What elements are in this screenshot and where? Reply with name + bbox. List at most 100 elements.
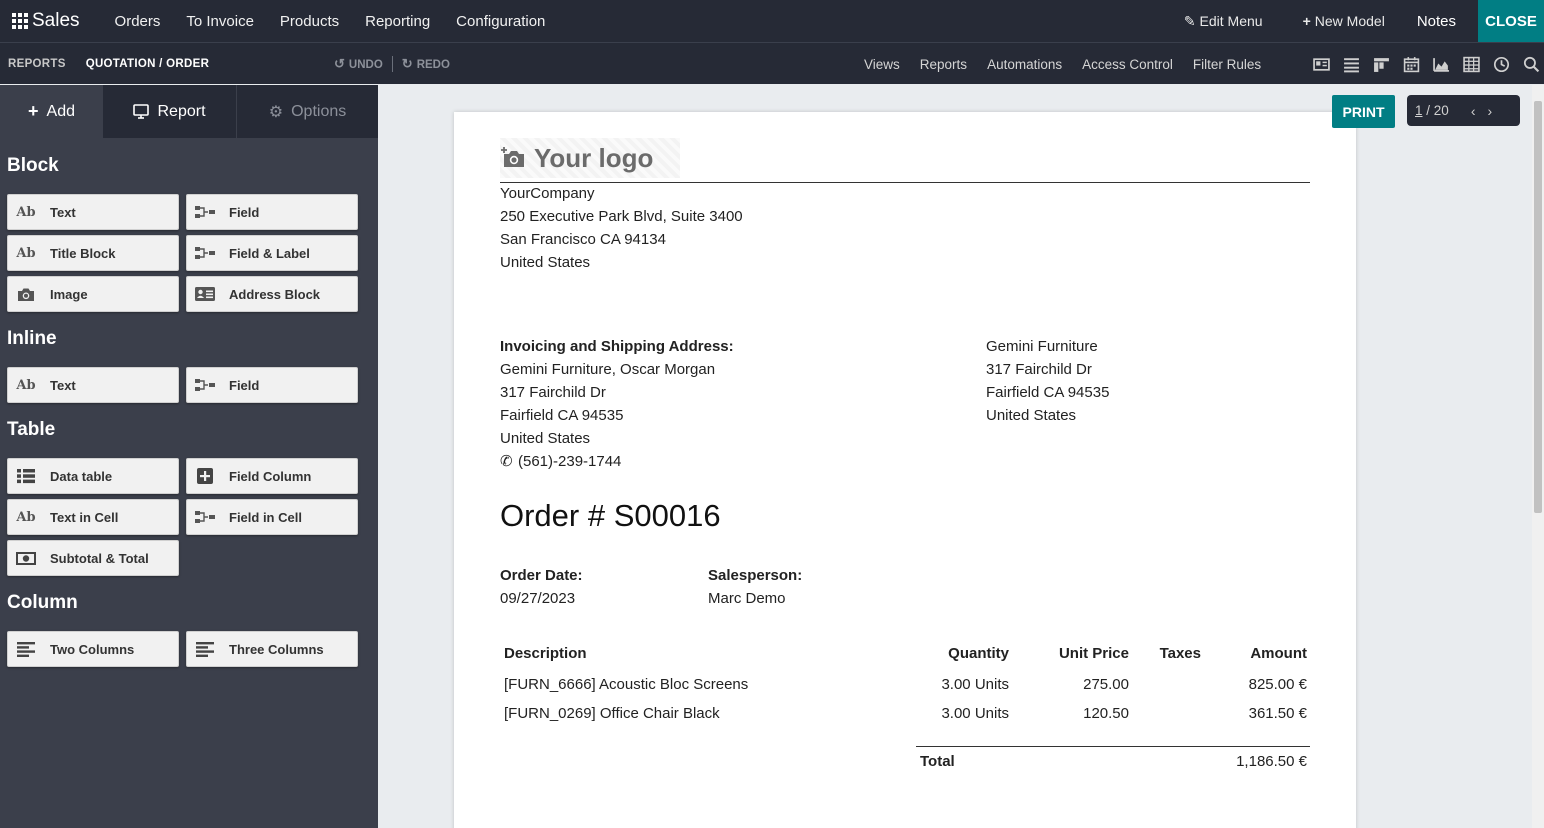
invoice-shipping-address[interactable]: Invoicing and Shipping Address: Gemini F… bbox=[500, 335, 734, 473]
row-amount[interactable]: 361.50 € bbox=[1207, 705, 1307, 722]
section-block-title: Block bbox=[7, 155, 59, 176]
search-view-icon[interactable] bbox=[1523, 56, 1540, 73]
tab-options[interactable]: ⚙ Options bbox=[237, 85, 378, 138]
col-header-unit-price[interactable]: Unit Price bbox=[1029, 645, 1129, 662]
total-value[interactable]: 1,186.50 € bbox=[1207, 753, 1307, 770]
column-three-columns[interactable]: Three Columns bbox=[186, 631, 358, 667]
row-unit-price[interactable]: 275.00 bbox=[1029, 676, 1129, 693]
address-line: Gemini Furniture, Oscar Morgan bbox=[500, 361, 716, 378]
app-name[interactable]: Sales bbox=[32, 10, 80, 32]
total-divider bbox=[916, 746, 1310, 747]
block-field-label[interactable]: Field & Label bbox=[186, 235, 358, 271]
menu-reporting[interactable]: Reporting bbox=[352, 13, 443, 30]
edit-menu-button[interactable]: ✎ Edit Menu bbox=[1164, 13, 1283, 30]
table-field-in-cell[interactable]: Field in Cell bbox=[186, 499, 358, 535]
salesperson-block[interactable]: Salesperson: Marc Demo bbox=[708, 564, 802, 610]
notes-button[interactable]: Notes bbox=[1405, 13, 1478, 30]
pager: 1 / 20 ‹ › bbox=[1407, 95, 1520, 126]
tab-report[interactable]: Report bbox=[103, 85, 237, 138]
total-label[interactable]: Total bbox=[920, 753, 955, 770]
plus-icon: + bbox=[28, 101, 39, 121]
pivot-view-icon[interactable] bbox=[1463, 56, 1480, 73]
form-view-icon[interactable] bbox=[1313, 56, 1330, 73]
table-text-in-cell[interactable]: Ab Text in Cell bbox=[7, 499, 179, 535]
company-address[interactable]: YourCompany 250 Executive Park Blvd, Sui… bbox=[500, 182, 743, 274]
menu-configuration[interactable]: Configuration bbox=[443, 13, 558, 30]
graph-view-icon[interactable] bbox=[1433, 56, 1450, 73]
link-automations[interactable]: Automations bbox=[987, 57, 1062, 72]
new-model-button[interactable]: + New Model bbox=[1283, 13, 1405, 29]
preview-scrollbar[interactable] bbox=[1532, 85, 1544, 828]
menu-to-invoice[interactable]: To Invoice bbox=[173, 13, 267, 30]
order-title[interactable]: Order # S00016 bbox=[500, 498, 721, 534]
col-header-amount[interactable]: Amount bbox=[1207, 645, 1307, 662]
breadcrumb-reports[interactable]: REPORTS bbox=[8, 58, 66, 70]
scrollbar-thumb[interactable] bbox=[1534, 101, 1542, 513]
block-address-block[interactable]: Address Block bbox=[186, 276, 358, 312]
tab-add[interactable]: + Add bbox=[0, 85, 103, 138]
block-text[interactable]: Ab Text bbox=[7, 194, 179, 230]
gear-icon: ⚙ bbox=[268, 103, 284, 121]
block-field[interactable]: Field bbox=[186, 194, 358, 230]
row-amount[interactable]: 825.00 € bbox=[1207, 676, 1307, 693]
row-quantity[interactable]: 3.00 Units bbox=[909, 705, 1009, 722]
pager-separator: / bbox=[1422, 103, 1434, 118]
row-unit-price[interactable]: 120.50 bbox=[1029, 705, 1129, 722]
logo-text: Your logo bbox=[534, 142, 654, 173]
activity-view-icon[interactable] bbox=[1493, 56, 1510, 73]
col-header-description[interactable]: Description bbox=[504, 645, 587, 662]
order-date-value: 09/27/2023 bbox=[500, 590, 576, 607]
text-ab-icon: Ab bbox=[16, 245, 36, 261]
plus-square-icon bbox=[187, 459, 223, 493]
table-field-column[interactable]: Field Column bbox=[186, 458, 358, 494]
partner-line: United States bbox=[986, 407, 1077, 424]
align-left-icon bbox=[8, 632, 44, 666]
table-subtotal-total[interactable]: Subtotal & Total bbox=[7, 540, 179, 576]
text-ab-icon: Ab bbox=[16, 509, 36, 525]
pencil-icon: ✎ bbox=[1183, 12, 1196, 29]
text-ab-icon: Ab bbox=[16, 204, 36, 220]
table-data-table[interactable]: Data table bbox=[7, 458, 179, 494]
close-button[interactable]: CLOSE bbox=[1478, 0, 1544, 42]
phone-number: (561)-239-1744 bbox=[518, 453, 622, 470]
chevron-left-icon[interactable]: ‹ bbox=[1471, 103, 1476, 119]
col-header-quantity[interactable]: Quantity bbox=[909, 645, 1009, 662]
address-card-icon bbox=[187, 277, 223, 311]
menu-products[interactable]: Products bbox=[267, 13, 352, 30]
block-title-block[interactable]: Ab Title Block bbox=[7, 235, 179, 271]
order-date-label: Order Date: bbox=[500, 567, 583, 584]
chevron-right-icon[interactable]: › bbox=[1487, 103, 1492, 119]
col-header-taxes[interactable]: Taxes bbox=[1151, 645, 1201, 662]
calendar-view-icon[interactable] bbox=[1403, 56, 1420, 73]
block-image[interactable]: Image bbox=[7, 276, 179, 312]
company-name: YourCompany bbox=[500, 185, 595, 202]
link-access-control[interactable]: Access Control bbox=[1082, 57, 1173, 72]
undo-button[interactable]: ↺ UNDO bbox=[334, 56, 383, 72]
link-filter-rules[interactable]: Filter Rules bbox=[1193, 57, 1261, 72]
kanban-view-icon[interactable] bbox=[1373, 56, 1390, 73]
monitor-icon bbox=[133, 104, 150, 119]
field-icon bbox=[187, 368, 223, 402]
company-logo[interactable]: Your logo bbox=[500, 138, 680, 178]
inline-text[interactable]: Ab Text bbox=[7, 367, 179, 403]
pager-total: 20 bbox=[1433, 103, 1449, 118]
link-views[interactable]: Views bbox=[864, 57, 900, 72]
salesperson-value: Marc Demo bbox=[708, 590, 786, 607]
phone-row: ✆ (561)-239-1744 bbox=[500, 450, 734, 473]
list-view-icon[interactable] bbox=[1343, 56, 1360, 73]
row-description[interactable]: [FURN_6666] Acoustic Bloc Screens bbox=[504, 676, 748, 693]
order-date-block[interactable]: Order Date: 09/27/2023 bbox=[500, 564, 583, 610]
row-quantity[interactable]: 3.00 Units bbox=[909, 676, 1009, 693]
company-street: 250 Executive Park Blvd, Suite 3400 bbox=[500, 208, 743, 225]
inline-field[interactable]: Field bbox=[186, 367, 358, 403]
column-two-columns[interactable]: Two Columns bbox=[7, 631, 179, 667]
menu-orders[interactable]: Orders bbox=[102, 13, 174, 30]
partner-address[interactable]: Gemini Furniture 317 Fairchild Dr Fairfi… bbox=[986, 335, 1109, 427]
link-reports[interactable]: Reports bbox=[920, 57, 967, 72]
pager-current[interactable]: 1 bbox=[1415, 103, 1423, 118]
address-line: 317 Fairchild Dr bbox=[500, 384, 606, 401]
redo-button[interactable]: ↻ REDO bbox=[402, 56, 450, 72]
row-description[interactable]: [FURN_0269] Office Chair Black bbox=[504, 705, 720, 722]
print-button[interactable]: PRINT bbox=[1332, 95, 1395, 128]
undo-icon: ↺ bbox=[334, 56, 345, 71]
